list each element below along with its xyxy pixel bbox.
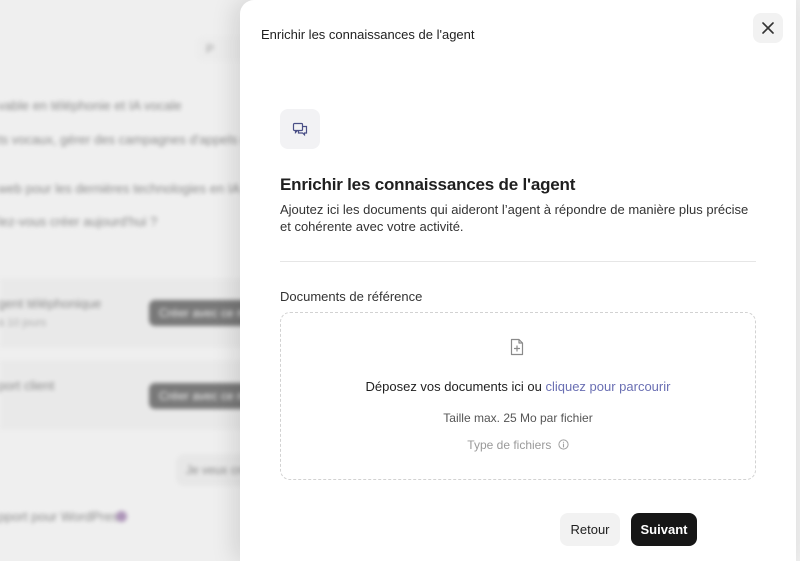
file-types-hint[interactable]: Type de fichiers <box>281 437 755 452</box>
close-icon <box>762 22 774 34</box>
chat-bubbles-icon <box>292 122 308 137</box>
info-icon[interactable] <box>558 439 569 450</box>
browse-link[interactable]: cliquez pour parcourir <box>545 379 670 394</box>
size-limit-text: Taille max. 25 Mo par fichier <box>443 411 593 425</box>
drawer-heading: Enrichir les connaissances de l'agent <box>280 175 576 194</box>
close-button[interactable] <box>753 13 783 43</box>
file-dropzone[interactable]: Déposez vos documents ici ou cliquez pou… <box>280 312 756 480</box>
drawer-title: Enrichir les connaissances de l'agent <box>261 27 475 42</box>
drop-prompt-text: Déposez vos documents ici ou <box>365 379 542 394</box>
header-icon-box <box>280 109 320 149</box>
drop-prompt: Déposez vos documents ici ou cliquez pou… <box>281 379 755 394</box>
back-button[interactable]: Retour <box>560 513 620 546</box>
reference-documents-label: Documents de référence <box>280 289 423 304</box>
file-plus-icon <box>510 338 524 356</box>
drawer-description: Ajoutez ici les documents qui aideront l… <box>280 202 749 234</box>
next-button[interactable]: Suivant <box>631 513 697 546</box>
knowledge-drawer: Enrichir les connaissances de l'agent En… <box>240 0 796 561</box>
divider <box>280 261 756 262</box>
file-types-text: Type de fichiers <box>467 437 552 452</box>
